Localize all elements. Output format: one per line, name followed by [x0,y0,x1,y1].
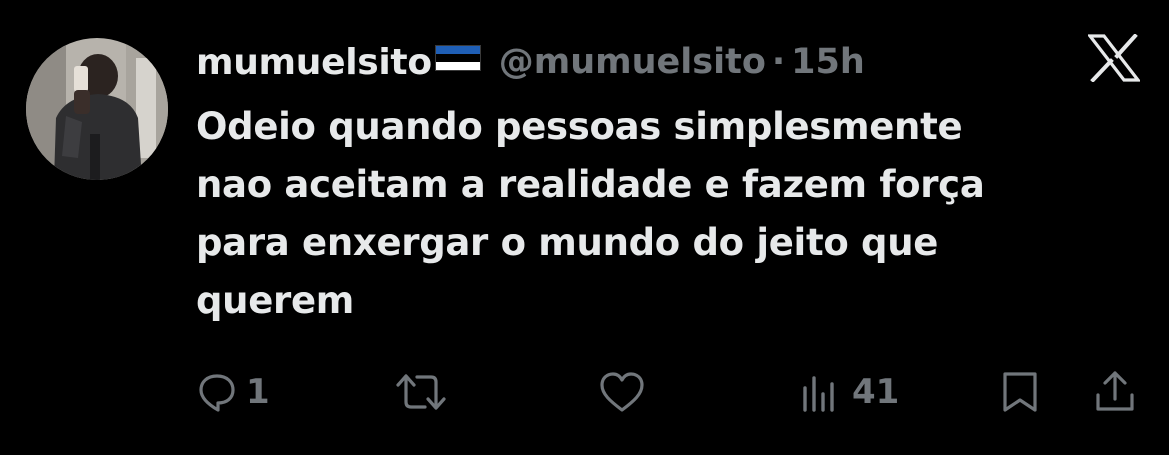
tweet-text: Odeio quando pessoas simplesmente nao ac… [196,105,985,322]
bookmark-icon [998,369,1042,415]
repost-button[interactable] [395,368,447,416]
reply-count: 1 [246,372,270,412]
timestamp[interactable]: 15h [791,42,865,82]
views-icon [800,370,844,414]
tweet-header: mumuelsito @mumuelsito · 15h [196,36,865,88]
estonia-flag-icon [434,45,481,71]
views-button[interactable]: 41 [800,368,899,416]
x-logo-icon [1086,33,1142,83]
bookmark-button[interactable] [998,368,1042,416]
user-handle[interactable]: @mumuelsito [499,42,766,82]
reply-icon [196,371,238,413]
views-count: 41 [852,372,900,412]
display-name[interactable]: mumuelsito [196,42,432,83]
avatar[interactable] [26,38,168,180]
like-button[interactable] [598,368,646,416]
reply-button[interactable]: 1 [196,368,270,416]
share-button[interactable] [1092,368,1138,416]
separator-dot: · [771,42,786,82]
heart-icon [598,370,646,414]
share-icon [1092,369,1138,415]
repost-icon [395,370,447,414]
